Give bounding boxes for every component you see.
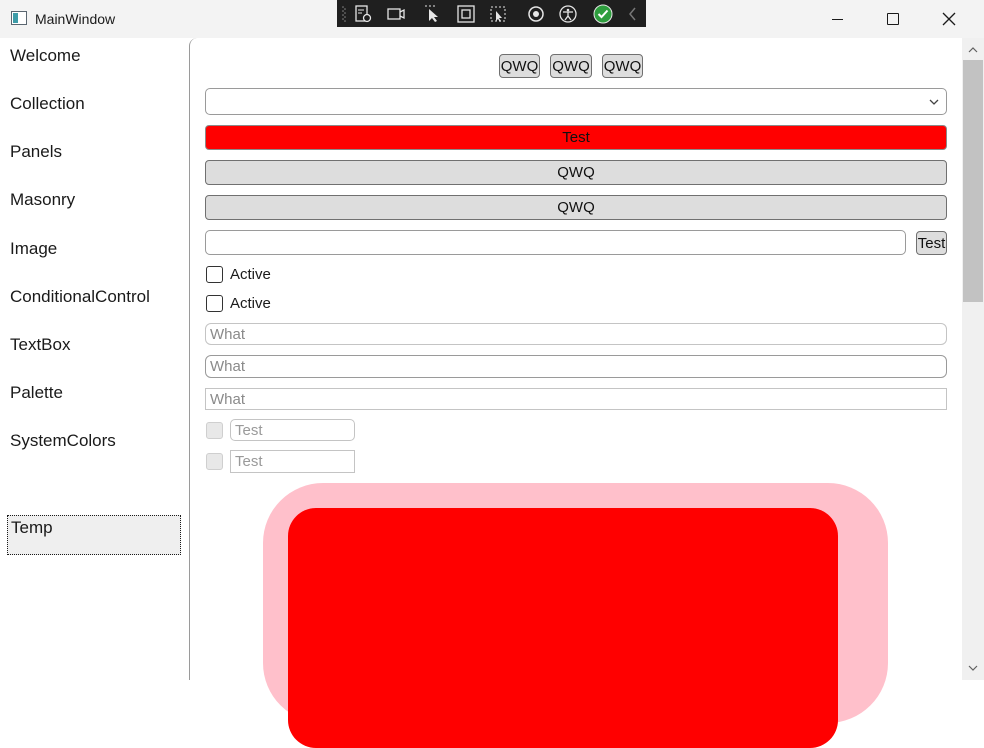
record-icon[interactable] — [386, 4, 406, 24]
app-window-icon — [11, 11, 27, 25]
sidebar-item-temp[interactable]: Temp — [7, 515, 181, 555]
xaml-debug-toolbar — [337, 0, 646, 27]
qwq-wide-button-2[interactable]: QWQ — [205, 195, 947, 220]
chevron-down-icon — [929, 99, 939, 105]
close-icon — [942, 12, 956, 26]
window-title: MainWindow — [35, 11, 116, 27]
minimize-button[interactable] — [814, 0, 860, 38]
close-button[interactable] — [926, 0, 972, 38]
sidebar-item-panels[interactable]: Panels — [10, 142, 62, 162]
sidebar-item-collection[interactable]: Collection — [10, 94, 85, 114]
chevron-down-icon — [968, 665, 978, 671]
select-element-icon[interactable] — [423, 4, 443, 24]
sidebar-item-textbox[interactable]: TextBox — [10, 335, 70, 355]
combo-box[interactable] — [205, 88, 947, 115]
checkbox-label: Active — [230, 266, 271, 283]
vertical-scrollbar[interactable] — [962, 38, 984, 680]
text-input[interactable] — [205, 230, 906, 255]
qwq-button-2[interactable]: QWQ — [550, 54, 592, 78]
what-field-1[interactable]: What — [205, 323, 947, 345]
qwq-button-1[interactable]: QWQ — [499, 54, 540, 78]
sidebar-item-palette[interactable]: Palette — [10, 383, 63, 403]
checkbox-label: Active — [230, 295, 271, 312]
scrollbar-thumb[interactable] — [963, 60, 983, 302]
sidebar-nav: Welcome Collection Panels Masonry Image … — [0, 38, 188, 680]
side-test-button[interactable]: Test — [916, 231, 947, 255]
active-checkbox-1[interactable] — [206, 266, 223, 283]
collapse-toolbar-icon[interactable] — [623, 4, 643, 24]
binding-failures-icon[interactable] — [526, 4, 546, 24]
qwq-wide-button-1[interactable]: QWQ — [205, 160, 947, 185]
sidebar-item-welcome[interactable]: Welcome — [10, 46, 81, 66]
live-visual-tree-icon[interactable] — [353, 4, 373, 24]
scroll-down-button[interactable] — [962, 658, 984, 678]
disabled-checkbox-1 — [206, 422, 223, 439]
sidebar-item-image[interactable]: Image — [10, 239, 57, 259]
accessibility-icon[interactable] — [558, 4, 578, 24]
scroll-up-button[interactable] — [962, 40, 984, 60]
track-focus-icon[interactable] — [488, 4, 508, 24]
minimize-icon — [831, 18, 843, 20]
sidebar-item-label: Temp — [11, 518, 53, 537]
sidebar-item-systemcolors[interactable]: SystemColors — [10, 431, 116, 451]
test-field-1: Test — [230, 419, 355, 441]
test-red-button[interactable]: Test — [205, 125, 947, 150]
hot-reload-ok-icon[interactable] — [593, 4, 613, 24]
maximize-icon — [887, 13, 899, 25]
qwq-button-3[interactable]: QWQ — [602, 54, 643, 78]
active-checkbox-2[interactable] — [206, 295, 223, 312]
red-rounded-panel — [288, 508, 838, 748]
display-layout-adorners-icon[interactable] — [456, 4, 476, 24]
what-field-2[interactable]: What — [205, 355, 947, 378]
sidebar-item-masonry[interactable]: Masonry — [10, 190, 75, 210]
disabled-checkbox-2 — [206, 453, 223, 470]
toolbar-grip-icon[interactable] — [341, 4, 347, 24]
chevron-up-icon — [968, 47, 978, 53]
what-field-3[interactable]: What — [205, 388, 947, 410]
maximize-button[interactable] — [870, 0, 916, 38]
test-field-2: Test — [230, 450, 355, 473]
sidebar-item-conditionalcontrol[interactable]: ConditionalControl — [10, 287, 150, 307]
